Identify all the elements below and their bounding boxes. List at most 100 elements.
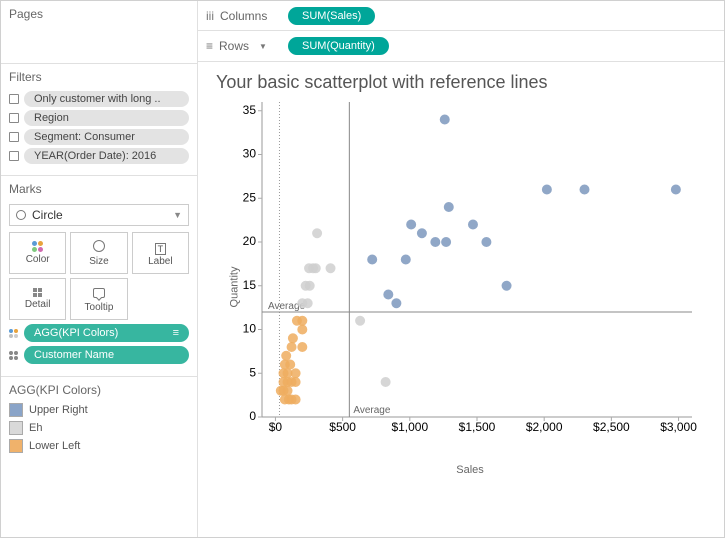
data-point[interactable] [444,202,454,212]
marks-shelf-pill[interactable]: AGG(KPI Colors)≡ [9,324,189,342]
data-point[interactable] [440,115,450,125]
data-point[interactable] [355,316,365,326]
data-point[interactable] [580,185,590,195]
legend-list: Upper Right Eh Lower Left [9,401,189,455]
data-point[interactable] [671,185,681,195]
data-point[interactable] [367,255,377,265]
chevron-down-icon: ▼ [173,210,182,220]
legend-item[interactable]: Eh [9,419,189,437]
viz-area: Your basic scatterplot with reference li… [198,62,724,537]
data-point[interactable] [312,228,322,238]
pages-body[interactable] [9,25,189,55]
data-point[interactable] [468,220,478,230]
data-point[interactable] [542,185,552,195]
filter-item[interactable]: Only customer with long .. [9,91,189,107]
svg-text:Average: Average [353,405,391,416]
rows-pill[interactable]: SUM(Quantity) [288,37,389,55]
data-point[interactable] [381,377,391,387]
filter-pill[interactable]: Segment: Consumer [24,129,189,145]
svg-text:$1,000: $1,000 [391,420,428,434]
filter-pill[interactable]: Region [24,110,189,126]
data-point[interactable] [481,237,491,247]
data-point[interactable] [291,368,301,378]
marks-buttons: Color Size TLabel Detail Tooltip [9,232,189,320]
data-point[interactable] [406,220,416,230]
color-icon [32,241,43,252]
data-point[interactable] [283,386,293,396]
circle-icon [16,210,26,220]
filter-item[interactable]: YEAR(Order Date): 2016 [9,148,189,164]
pill-menu-icon[interactable]: ≡ [173,327,179,339]
mark-type-label: Circle [32,208,63,222]
legend-label: Eh [29,422,42,434]
data-point[interactable] [285,360,295,370]
x-axis-title: Sales [232,464,708,476]
data-point[interactable] [502,281,512,291]
legend-item[interactable]: Lower Left [9,437,189,455]
teal-pill[interactable]: AGG(KPI Colors)≡ [24,324,189,342]
data-point[interactable] [297,316,307,326]
svg-text:5: 5 [249,365,256,379]
data-point[interactable] [311,263,321,273]
svg-text:0: 0 [249,409,256,423]
legend-item[interactable]: Upper Right [9,401,189,419]
teal-pill[interactable]: Customer Name [24,346,189,364]
data-point[interactable] [281,351,291,361]
data-point[interactable] [401,255,411,265]
filters-panel: Filters Only customer with long .. Region… [1,64,197,176]
data-point[interactable] [326,263,336,273]
data-point[interactable] [430,237,440,247]
data-point[interactable] [383,290,393,300]
scatter-chart[interactable]: AverageAverage05101520253035$0$500$1,000… [232,97,702,457]
rows-shelf[interactable]: ≡Rows▼ SUM(Quantity) [198,31,724,61]
mark-btn-label: Label [148,256,172,267]
mark-detail-button[interactable]: Detail [9,278,66,320]
app-root: Pages Filters Only customer with long ..… [0,0,725,538]
filter-item[interactable]: Segment: Consumer [9,129,189,145]
data-point[interactable] [287,342,297,352]
mark-size-button[interactable]: Size [70,232,127,274]
filters-title: Filters [9,68,189,88]
filter-item[interactable]: Region [9,110,189,126]
mark-type-select[interactable]: Circle ▼ [9,204,189,226]
marks-shelf: AGG(KPI Colors)≡ Customer Name [9,324,189,364]
mark-color-button[interactable]: Color [9,232,66,274]
data-point[interactable] [297,325,307,335]
data-point[interactable] [288,333,298,343]
legend-swatch [9,421,23,435]
mark-tooltip-button[interactable]: Tooltip [70,278,127,320]
mark-label-button[interactable]: TLabel [132,232,189,274]
legend-swatch [9,439,23,453]
filter-icon [9,151,19,161]
shelves: iiiColumns SUM(Sales) ≡Rows▼ SUM(Quantit… [198,1,724,62]
legend-label: Lower Left [29,440,80,452]
data-point[interactable] [391,298,401,308]
marks-shelf-pill[interactable]: Customer Name [9,346,189,364]
y-axis-title: Quantity [228,266,240,307]
filter-pill[interactable]: YEAR(Order Date): 2016 [24,148,189,164]
shelf-dots-icon [9,329,18,338]
rows-label: Rows [219,39,249,53]
data-point[interactable] [417,228,427,238]
columns-label: Columns [220,9,267,23]
columns-pill[interactable]: SUM(Sales) [288,7,375,25]
data-point[interactable] [291,377,301,387]
mark-btn-label: Detail [25,299,51,310]
data-point[interactable] [441,237,451,247]
data-point[interactable] [291,395,301,405]
columns-shelf[interactable]: iiiColumns SUM(Sales) [198,1,724,31]
filter-pill[interactable]: Only customer with long .. [24,91,189,107]
svg-text:30: 30 [243,147,257,161]
pages-title: Pages [9,5,189,25]
mark-btn-label: Size [89,256,108,267]
data-point[interactable] [305,281,315,291]
data-point[interactable] [303,298,313,308]
shelf-dots-icon [9,351,18,360]
svg-text:$500: $500 [329,420,356,434]
svg-text:$1,500: $1,500 [459,420,496,434]
filter-icon [9,94,19,104]
svg-text:$2,000: $2,000 [526,420,563,434]
detail-icon [33,288,42,297]
data-point[interactable] [297,342,307,352]
tooltip-icon [93,286,105,300]
